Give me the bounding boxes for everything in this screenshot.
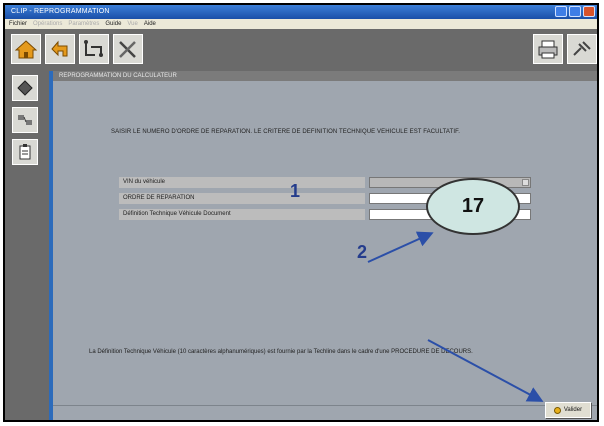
- menu-fichier[interactable]: Fichier: [9, 21, 27, 27]
- tools-button[interactable]: [113, 34, 143, 64]
- ecu-module-icon: [17, 80, 33, 96]
- printer-icon: [538, 40, 558, 59]
- menu-vue[interactable]: Vue: [127, 21, 137, 27]
- vehicle-network-button[interactable]: [12, 107, 38, 133]
- instruction-text: SAISIR LE NUMERO D'ORDRE DE REPARATION. …: [111, 129, 460, 135]
- wiring-diagram-button[interactable]: [79, 34, 109, 64]
- clipboard-icon: [19, 144, 31, 160]
- validate-button[interactable]: Valider: [545, 402, 591, 418]
- main-panel: SAISIR LE NUMERO D'ORDRE DE REPARATION. …: [53, 81, 597, 420]
- print-button[interactable]: [533, 34, 563, 64]
- toolbar: [5, 29, 597, 71]
- panel-header: REPROGRAMMATION DU CALCULATEUR: [53, 71, 597, 81]
- status-divider: [53, 405, 597, 406]
- menu-aide[interactable]: Aide: [144, 21, 156, 27]
- menu-guide[interactable]: Guide: [105, 21, 121, 27]
- step-number-badge: 17: [426, 178, 520, 235]
- ecu-module-button[interactable]: [12, 75, 38, 101]
- vehicle-network-icon: [18, 115, 32, 125]
- wiring-diagram-icon: [84, 40, 103, 57]
- maximize-button[interactable]: [569, 6, 581, 17]
- window-title: CLIP - REPROGRAMMATION: [11, 8, 110, 15]
- title-bar: CLIP - REPROGRAMMATION: [5, 5, 597, 19]
- menu-operations[interactable]: Opérations: [33, 21, 62, 27]
- clipboard-button[interactable]: [12, 139, 38, 165]
- close-button[interactable]: [583, 6, 595, 17]
- minimize-button[interactable]: [555, 6, 567, 17]
- validate-button-label: Valider: [563, 407, 583, 413]
- vin-label: VIN du véhicule: [119, 177, 365, 188]
- annotation-marker-2: 2: [357, 242, 368, 262]
- home-button[interactable]: [11, 34, 41, 64]
- left-sidebar: [5, 71, 49, 420]
- chevron-down-icon[interactable]: [522, 179, 529, 186]
- technical-definition-label: Définition Technique Véhicule Document: [119, 209, 365, 220]
- annotation-marker-1: 1: [290, 181, 301, 201]
- back-button[interactable]: [45, 34, 75, 64]
- tools-icon: [119, 41, 136, 58]
- back-icon: [51, 40, 68, 57]
- home-icon: [15, 40, 37, 59]
- repair-order-label: ORDRE DE REPARATION: [119, 193, 365, 204]
- diagnostic-plug-button[interactable]: [567, 34, 597, 64]
- menu-bar: Fichier Opérations Paramètres Guide Vue …: [5, 19, 597, 29]
- diagnostic-plug-icon: [573, 41, 591, 56]
- validate-icon: [553, 406, 561, 414]
- menu-parametres[interactable]: Paramètres: [68, 21, 99, 27]
- footer-note: La Définition Technique Véhicule (10 car…: [89, 349, 473, 355]
